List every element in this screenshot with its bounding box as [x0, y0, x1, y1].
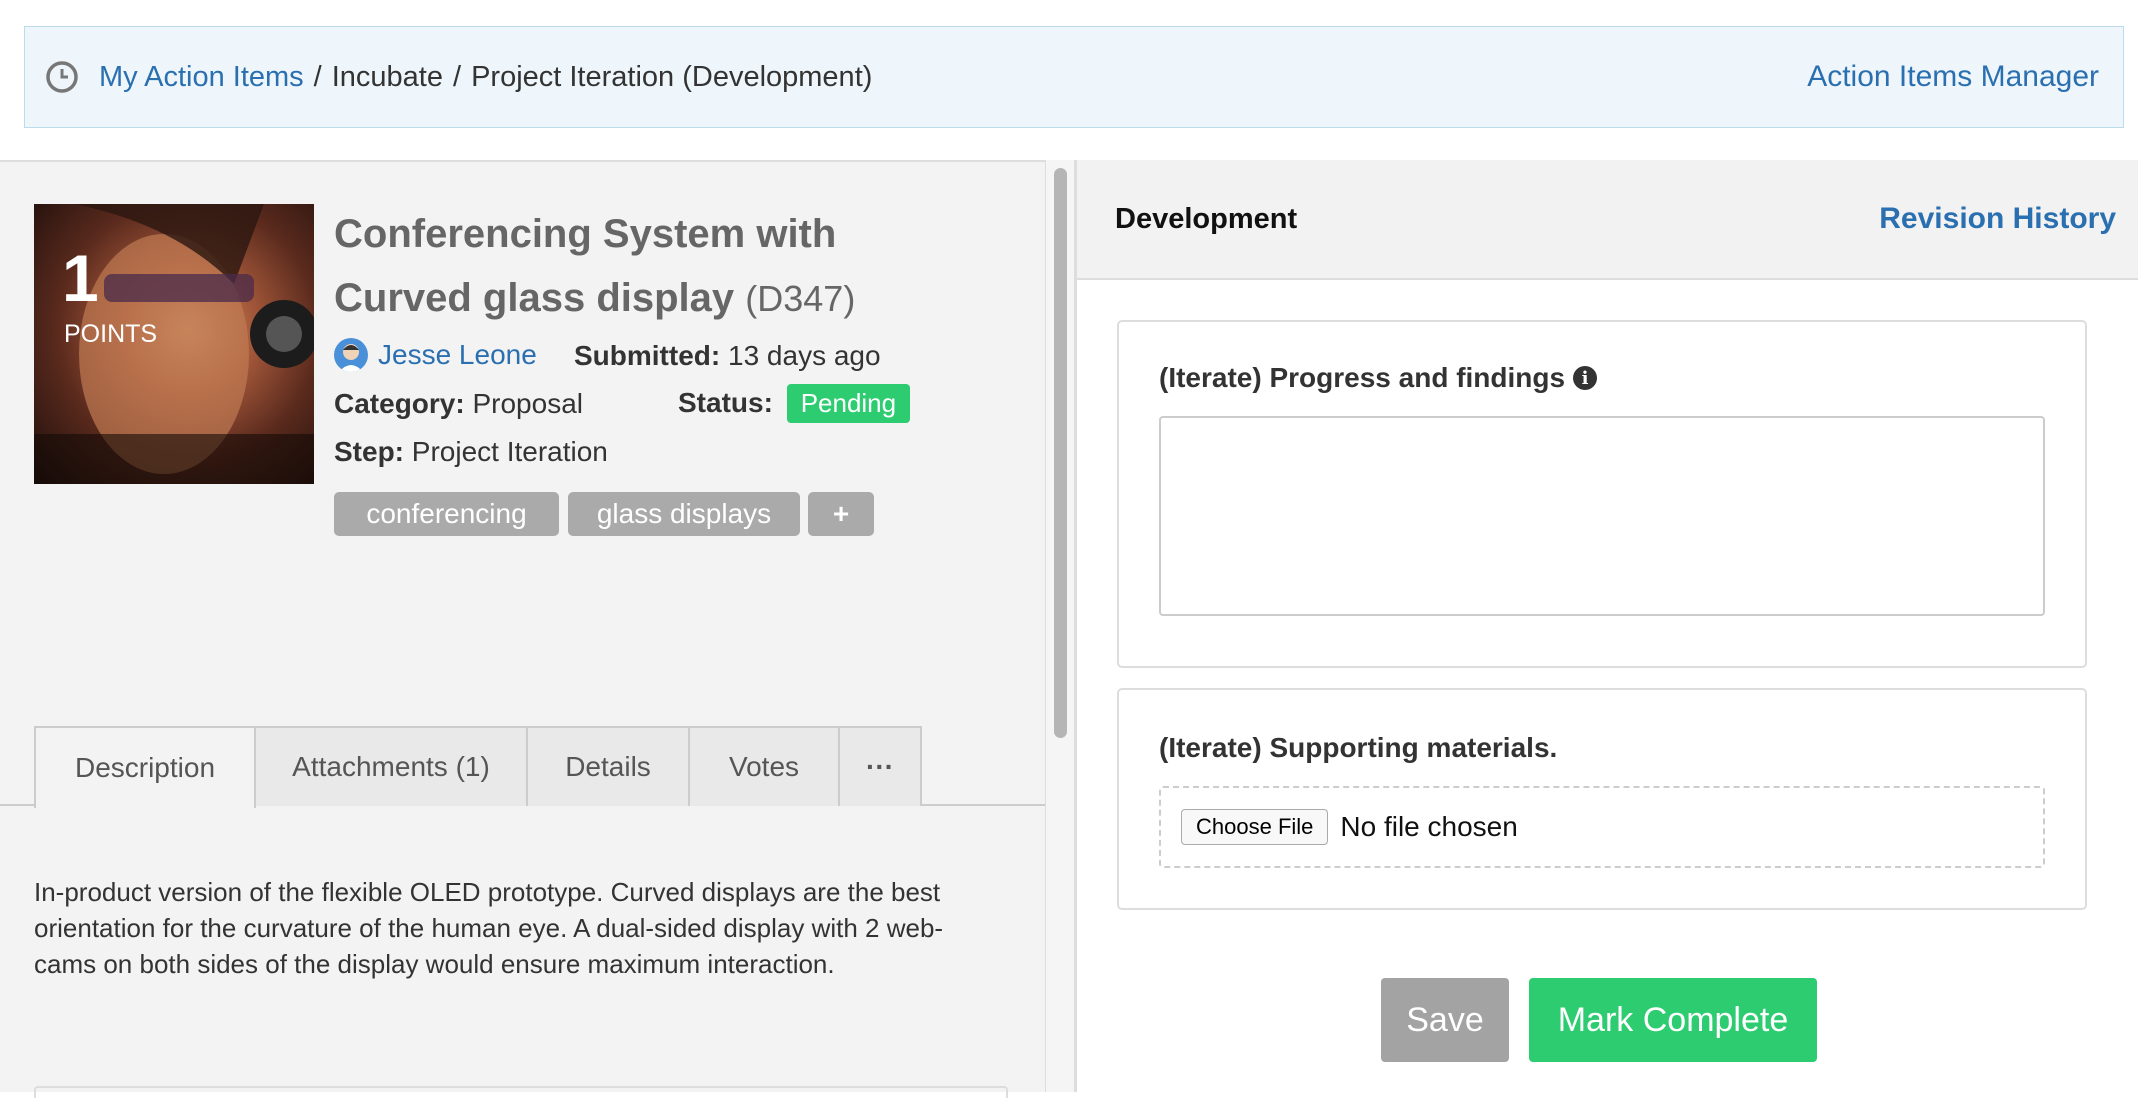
clock-icon	[46, 61, 78, 93]
add-tag-button[interactable]: +	[808, 492, 874, 536]
breadcrumb-separator: /	[313, 60, 322, 93]
supporting-materials-panel: (Iterate) Supporting materials. Choose F…	[1117, 688, 2087, 910]
author-name: Jesse Leone	[378, 339, 537, 370]
status-label: Status:	[678, 387, 773, 418]
tag-conferencing[interactable]: conferencing	[334, 492, 559, 536]
mark-complete-button[interactable]: Mark Complete	[1529, 978, 1817, 1062]
breadcrumb-my-action-items[interactable]: My Action Items	[99, 61, 304, 94]
idea-thumbnail: 1 POINTS	[34, 204, 314, 484]
left-scrollbar[interactable]	[1045, 160, 1074, 1092]
tab-details[interactable]: Details	[526, 726, 690, 806]
category-info: Category: Proposal	[334, 388, 583, 420]
progress-findings-panel: (Iterate) Progress and findings i	[1117, 320, 2087, 668]
idea-tabs: Description Attachments (1) Details Vote…	[0, 726, 1045, 808]
file-status: No file chosen	[1340, 811, 1518, 842]
status-info: Status: Pending	[678, 384, 911, 423]
scrollbar-thumb[interactable]	[1054, 168, 1067, 738]
submitted-info: Submitted: 13 days ago	[574, 340, 881, 372]
category-value: Proposal	[472, 388, 583, 419]
development-title: Development	[1115, 202, 1298, 235]
submitted-value: 13 days ago	[728, 340, 881, 371]
breadcrumb: My Action Items / Incubate / Project Ite…	[45, 60, 872, 94]
status-badge: Pending	[786, 384, 911, 423]
points-value: 1	[62, 241, 99, 315]
author-link[interactable]: Jesse Leone	[334, 338, 537, 372]
choose-file-button[interactable]: Choose File	[1181, 809, 1329, 845]
revision-history-link[interactable]: Revision History	[1879, 202, 2116, 236]
supporting-materials-label: (Iterate) Supporting materials.	[1159, 732, 1558, 763]
breadcrumb-current: Project Iteration (Development)	[471, 60, 873, 93]
step-info: Step: Project Iteration	[334, 436, 608, 468]
development-panel: Development Revision History (Iterate) P…	[1074, 160, 2138, 1092]
step-label: Step:	[334, 436, 404, 467]
category-label: Category:	[334, 388, 465, 419]
tag-glass-displays[interactable]: glass displays	[568, 492, 800, 536]
avatar	[334, 338, 368, 372]
breadcrumb-bar: My Action Items / Incubate / Project Ite…	[24, 26, 2124, 128]
description-panel-edge	[34, 1086, 1008, 1098]
breadcrumb-separator: /	[453, 60, 462, 93]
breadcrumb-incubate: Incubate	[331, 60, 443, 93]
submitted-label: Submitted:	[574, 340, 721, 371]
points-label: POINTS	[64, 320, 158, 348]
idea-panel: 1 POINTS Conferencing System with Curved…	[0, 160, 1045, 1098]
tab-votes[interactable]: Votes	[688, 726, 840, 806]
tab-attachments[interactable]: Attachments (1)	[254, 726, 528, 806]
idea-description: In-product version of the flexible OLED …	[34, 877, 944, 979]
progress-findings-input[interactable]	[1159, 416, 2045, 616]
tab-description[interactable]: Description	[34, 726, 256, 808]
progress-findings-label: (Iterate) Progress and findings i	[1159, 362, 1598, 394]
file-drop-zone[interactable]: Choose File No file chosen	[1159, 786, 2045, 868]
save-button[interactable]: Save	[1381, 978, 1509, 1062]
action-items-manager-link[interactable]: Action Items Manager	[1807, 60, 2099, 94]
tab-more[interactable]: ···	[838, 726, 922, 806]
idea-code: (D347)	[745, 278, 856, 319]
progress-findings-label-text: (Iterate) Progress and findings	[1159, 362, 1566, 393]
development-header: Development Revision History	[1077, 160, 2138, 280]
info-icon[interactable]: i	[1573, 366, 1598, 390]
idea-title: Conferencing System with Curved glass di…	[334, 202, 984, 331]
step-value: Project Iteration	[411, 436, 608, 467]
